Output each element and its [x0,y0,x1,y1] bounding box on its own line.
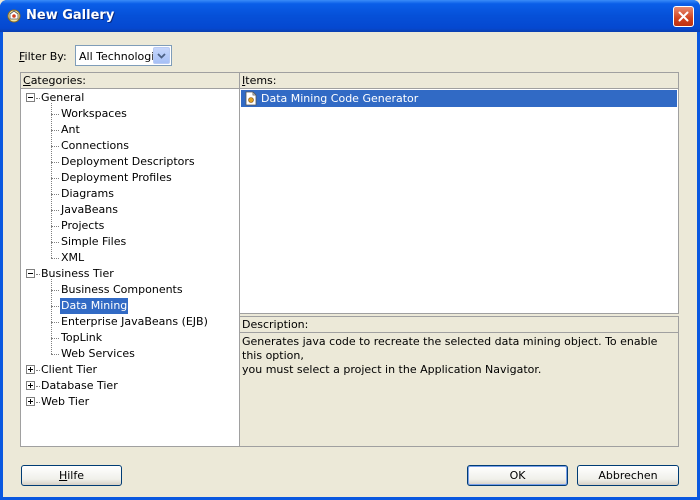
chevron-down-icon[interactable] [153,47,170,64]
tree-node-ant[interactable]: Ant [60,122,81,138]
categories-header: Categories: [21,73,239,89]
tree-connector [51,338,59,339]
tree-connector [51,194,59,195]
tree-node-simple-files[interactable]: Simple Files [60,234,127,250]
tree-node-web-services[interactable]: Web Services [60,346,136,362]
tree-node-web-tier[interactable]: Web Tier [40,394,90,410]
tree-node-xml[interactable]: XML [60,250,85,266]
tree-connector [51,146,59,147]
tree-connector [51,354,59,355]
description-line-1: Generates java code to recreate the sele… [242,335,658,362]
tree-node-enterprise-javabeans-ejb[interactable]: Enterprise JavaBeans (EJB) [60,314,209,330]
item-label: Data Mining Code Generator [261,92,419,105]
title-bar[interactable]: New Gallery [0,0,700,32]
tree-connector [51,114,59,115]
items-panel: Items: Data Mining Code Generator [240,72,679,314]
tree-node-toplink[interactable]: TopLink [60,330,103,346]
categories-tree[interactable]: General Workspaces Ant Connections Deploymen… [21,89,239,446]
items-header: Items: [240,73,678,89]
ok-button[interactable]: OK [467,465,568,486]
tree-connector [51,258,59,259]
window-title: New Gallery [26,8,115,23]
items-list[interactable]: Data Mining Code Generator [240,89,678,313]
tree-node-deployment-descriptors[interactable]: Deployment Descriptors [60,154,196,170]
new-gallery-dialog: New Gallery Filter By: All Technologies … [0,0,700,500]
tree-node-diagrams[interactable]: Diagrams [60,186,115,202]
tree-node-client-tier[interactable]: Client Tier [40,362,98,378]
tree-connector [51,162,59,163]
expand-icon[interactable] [26,397,35,406]
tree-connector [51,306,59,307]
dialog-body: Filter By: All Technologies Categories: … [3,32,697,497]
tree-node-deployment-profiles[interactable]: Deployment Profiles [60,170,173,186]
expand-icon[interactable] [26,365,35,374]
list-item[interactable]: Data Mining Code Generator [241,90,677,107]
close-icon[interactable] [673,6,694,27]
filter-select[interactable]: All Technologies [75,45,172,66]
tree-connector [51,210,59,211]
tree-connector [51,322,59,323]
collapse-icon[interactable] [26,269,35,278]
tree-connector [51,226,59,227]
tree-node-database-tier[interactable]: Database Tier [40,378,119,394]
description-header: Description: [240,317,678,333]
filter-label: Filter By: [19,50,67,63]
tree-node-workspaces[interactable]: Workspaces [60,106,128,122]
tree-connector [51,178,59,179]
description-panel: Description: Generates java code to recr… [240,316,679,447]
categories-panel: Categories: General Workspaces Ant Connecti… [20,72,240,447]
help-button[interactable]: Hilfe [21,465,122,486]
tree-connector [51,290,59,291]
cancel-button[interactable]: Abbrechen [577,465,679,486]
tree-node-projects[interactable]: Projects [60,218,105,234]
tree-node-javabeans[interactable]: JavaBeans [60,202,119,218]
tree-connector [51,242,59,243]
tree-connector [51,130,59,131]
description-text: Generates java code to recreate the sele… [240,333,678,446]
tree-node-data-mining[interactable]: Data Mining [60,298,129,314]
tree-node-general[interactable]: General [40,90,85,106]
description-line-2: you must select a project in the Applica… [242,363,542,376]
tree-connector [51,279,52,354]
expand-icon[interactable] [26,381,35,390]
gallery-icon [6,8,22,24]
tree-connector [51,103,52,258]
tree-node-connections[interactable]: Connections [60,138,130,154]
tree-node-business-components[interactable]: Business Components [60,282,184,298]
collapse-icon[interactable] [26,93,35,102]
code-generator-icon [244,91,258,111]
